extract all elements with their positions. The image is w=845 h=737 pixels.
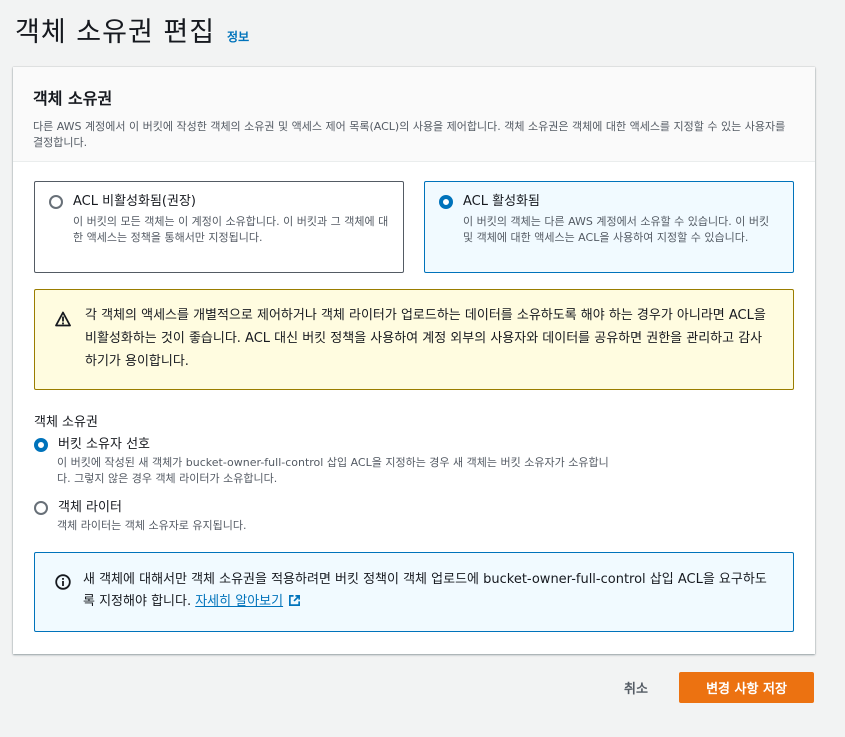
bucket-owner-preferred-description: 이 버킷에 작성된 새 객체가 bucket-owner-full-contro… (57, 456, 609, 485)
object-writer-label: 객체 라이터 (58, 500, 122, 515)
acl-warning-alert: 각 객체의 액세스를 개별적으로 제어하거나 객체 라이터가 업로드하는 데이터… (34, 289, 794, 390)
info-alert: 새 객체에 대해서만 객체 소유권을 적용하려면 버킷 정책이 객체 업로드에 … (34, 552, 794, 632)
acl-tiles: ACL 비활성화됨(권장) 이 버킷의 모든 객체는 이 계정이 소유합니다. … (34, 181, 794, 273)
object-writer-radio[interactable] (34, 501, 48, 515)
acl-disabled-radio[interactable] (49, 195, 63, 209)
object-writer-option[interactable]: 객체 라이터 객체 라이터는 객체 소유자로 유지됩니다. (34, 500, 617, 534)
info-link[interactable]: 정보 (227, 28, 249, 45)
acl-enabled-label: ACL 활성화됨 (463, 194, 540, 209)
acl-disabled-label: ACL 비활성화됨(권장) (73, 194, 196, 209)
panel-title: 객체 소유권 (33, 89, 113, 108)
info-message: 새 객체에 대해서만 객체 소유권을 적용하려면 버킷 정책이 객체 업로드에 … (83, 572, 767, 609)
object-ownership-label: 객체 소유권 (34, 415, 98, 430)
panel-header: 객체 소유권 다른 AWS 계정에서 이 버킷에 작성한 객체의 소유권 및 액… (13, 67, 815, 162)
info-circle-icon (55, 574, 71, 594)
acl-disabled-description: 이 버킷의 모든 객체는 이 계정이 소유합니다. 이 버킷과 그 객체에 대한… (73, 215, 389, 244)
save-changes-button[interactable]: 변경 사항 저장 (679, 672, 814, 703)
panel-description: 다른 AWS 계정에서 이 버킷에 작성한 객체의 소유권 및 액세스 제어 목… (33, 120, 786, 149)
cancel-button[interactable]: 취소 (606, 672, 666, 703)
acl-enabled-description: 이 버킷의 객체는 다른 AWS 계정에서 소유할 수 있습니다. 이 버킷 및… (463, 215, 770, 244)
external-link-icon[interactable] (288, 593, 301, 615)
page-title: 객체 소유권 편집 (15, 17, 216, 48)
warning-triangle-icon (55, 311, 71, 331)
acl-enabled-radio[interactable] (439, 195, 453, 209)
acl-enabled-tile[interactable]: ACL 활성화됨 이 버킷의 객체는 다른 AWS 계정에서 소유할 수 있습니… (424, 181, 794, 273)
learn-more-link[interactable]: 자세히 알아보기 (195, 594, 283, 609)
bucket-owner-preferred-label: 버킷 소유자 선호 (58, 437, 150, 452)
bucket-owner-preferred-option[interactable]: 버킷 소유자 선호 이 버킷에 작성된 새 객체가 bucket-owner-f… (34, 437, 617, 487)
info-text: 새 객체에 대해서만 객체 소유권을 적용하려면 버킷 정책이 객체 업로드에 … (83, 569, 773, 615)
object-ownership-panel: 객체 소유권 다른 AWS 계정에서 이 버킷에 작성한 객체의 소유권 및 액… (13, 67, 815, 654)
acl-disabled-tile[interactable]: ACL 비활성화됨(권장) 이 버킷의 모든 객체는 이 계정이 소유합니다. … (34, 181, 404, 273)
page-header: 객체 소유권 편집 정보 (15, 10, 249, 49)
warning-text: 각 객체의 액세스를 개별적으로 제어하거나 객체 라이터가 업로드하는 데이터… (85, 308, 766, 369)
bucket-owner-preferred-radio[interactable] (34, 438, 48, 452)
object-writer-description: 객체 라이터는 객체 소유자로 유지됩니다. (57, 519, 247, 532)
